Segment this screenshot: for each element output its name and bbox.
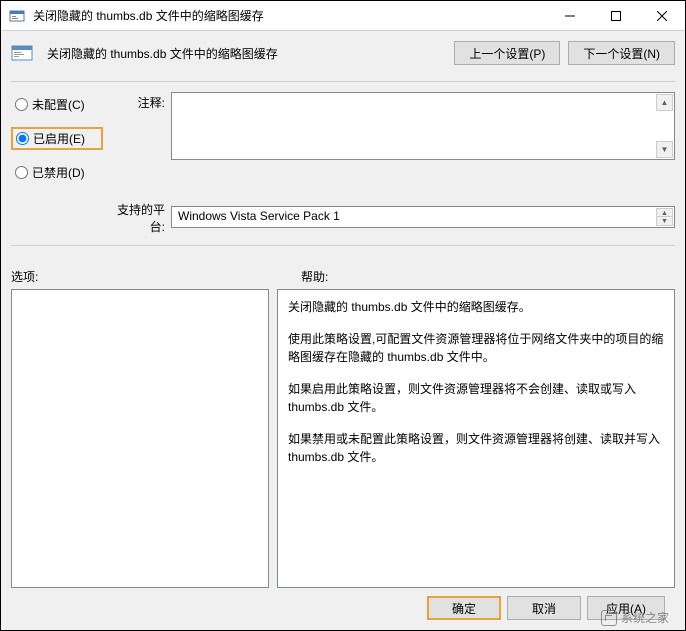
scroll-down-icon[interactable]: ▼ (656, 216, 673, 226)
radio-disabled[interactable]: 已禁用(D) (11, 162, 103, 183)
radio-disabled-input[interactable] (15, 166, 28, 179)
radio-not-configured[interactable]: 未配置(C) (11, 94, 103, 115)
platforms-box: Windows Vista Service Pack 1 ▲ ▼ (171, 206, 675, 228)
scroll-down-icon[interactable]: ▼ (656, 141, 673, 158)
title-bar: 关闭隐藏的 thumbs.db 文件中的缩略图缓存 (1, 1, 685, 31)
app-icon (9, 8, 25, 24)
apply-button[interactable]: 应用(A) (587, 596, 665, 620)
close-button[interactable] (639, 1, 685, 31)
next-setting-button[interactable]: 下一个设置(N) (568, 41, 675, 65)
divider (11, 245, 675, 246)
ok-button[interactable]: 确定 (427, 596, 501, 620)
previous-setting-button[interactable]: 上一个设置(P) (454, 41, 560, 65)
policy-icon (11, 42, 33, 64)
cancel-button[interactable]: 取消 (507, 596, 581, 620)
help-text: 使用此策略设置,可配置文件资源管理器将位于网络文件夹中的项目的缩略图缓存在隐藏的… (288, 330, 664, 366)
platforms-label: 支持的平台: (103, 199, 171, 235)
help-text: 关闭隐藏的 thumbs.db 文件中的缩略图缓存。 (288, 298, 664, 316)
radio-not-configured-input[interactable] (15, 98, 28, 111)
maximize-button[interactable] (593, 1, 639, 31)
radio-enabled[interactable]: 已启用(E) (11, 127, 103, 150)
window-controls (547, 1, 685, 31)
scroll-up-icon[interactable]: ▲ (656, 94, 673, 111)
radio-enabled-label: 已启用(E) (33, 130, 85, 147)
minimize-button[interactable] (547, 1, 593, 31)
policy-title: 关闭隐藏的 thumbs.db 文件中的缩略图缓存 (47, 45, 446, 62)
help-pane: 关闭隐藏的 thumbs.db 文件中的缩略图缓存。 使用此策略设置,可配置文件… (277, 289, 675, 588)
radio-not-configured-label: 未配置(C) (32, 96, 85, 113)
platforms-value: Windows Vista Service Pack 1 (178, 209, 340, 223)
divider (11, 81, 675, 82)
help-label: 帮助: (301, 268, 328, 285)
comment-label: 注释: (103, 92, 171, 111)
window-title: 关闭隐藏的 thumbs.db 文件中的缩略图缓存 (33, 7, 547, 24)
help-text: 如果禁用或未配置此策略设置，则文件资源管理器将创建、读取并写入 thumbs.d… (288, 430, 664, 466)
options-label: 选项: (11, 268, 301, 285)
help-text: 如果启用此策略设置，则文件资源管理器将不会创建、读取或写入 thumbs.db … (288, 380, 664, 416)
comment-textarea[interactable]: ▲ ▼ (171, 92, 675, 160)
radio-enabled-input[interactable] (16, 132, 29, 145)
radio-disabled-label: 已禁用(D) (32, 164, 85, 181)
options-pane (11, 289, 269, 588)
